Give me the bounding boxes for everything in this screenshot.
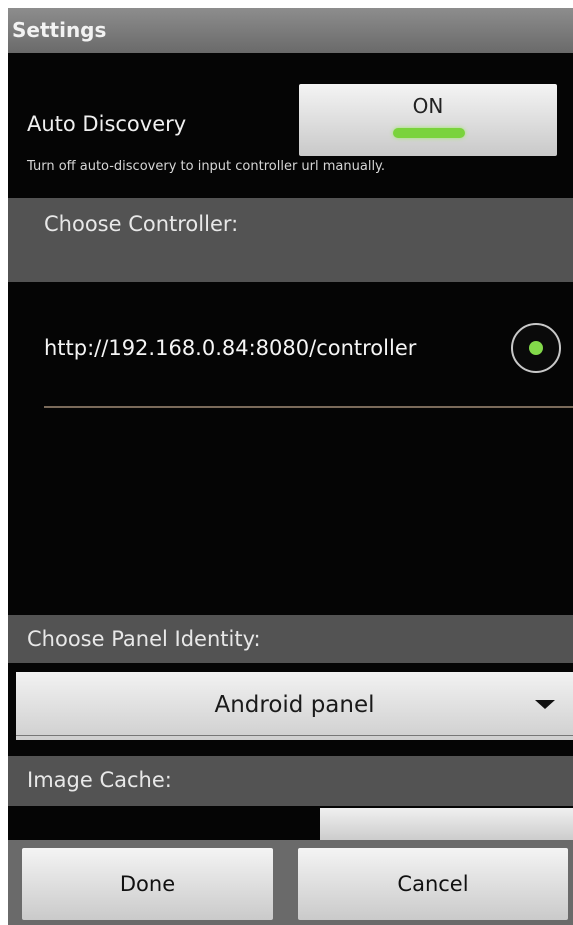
clear-cache-button[interactable] xyxy=(320,808,573,844)
controller-url-item[interactable]: http://192.168.0.84:8080/controller xyxy=(44,336,416,360)
choose-panel-header: Choose Panel Identity: xyxy=(8,615,573,663)
dropdown-arrow-icon xyxy=(535,700,555,709)
title-bar: Settings xyxy=(8,8,573,53)
radio-selected-dot xyxy=(529,341,543,355)
image-cache-header: Image Cache: xyxy=(8,756,573,806)
image-cache-label: Image Cache: xyxy=(27,768,172,792)
list-divider xyxy=(44,406,573,408)
page-title: Settings xyxy=(12,18,107,42)
done-button[interactable]: Done xyxy=(22,848,273,920)
settings-screen: Settings Auto Discovery ON Turn off auto… xyxy=(8,8,573,925)
auto-discovery-toggle[interactable]: ON xyxy=(299,84,557,156)
auto-discovery-label: Auto Discovery xyxy=(27,112,187,136)
controller-radio-button[interactable] xyxy=(511,323,561,373)
choose-panel-label: Choose Panel Identity: xyxy=(27,627,261,651)
cancel-button[interactable]: Cancel xyxy=(298,848,568,920)
choose-controller-header: Choose Controller: xyxy=(8,198,573,282)
action-bar: Done Cancel xyxy=(8,840,573,925)
toggle-state-label: ON xyxy=(412,94,444,118)
panel-identity-dropdown[interactable]: Android panel xyxy=(16,672,573,740)
auto-discovery-hint: Turn off auto-discovery to input control… xyxy=(27,159,386,174)
toggle-on-indicator xyxy=(393,128,465,138)
panel-identity-value: Android panel xyxy=(214,692,375,718)
choose-controller-label: Choose Controller: xyxy=(44,212,239,236)
dropdown-underline xyxy=(16,735,573,736)
